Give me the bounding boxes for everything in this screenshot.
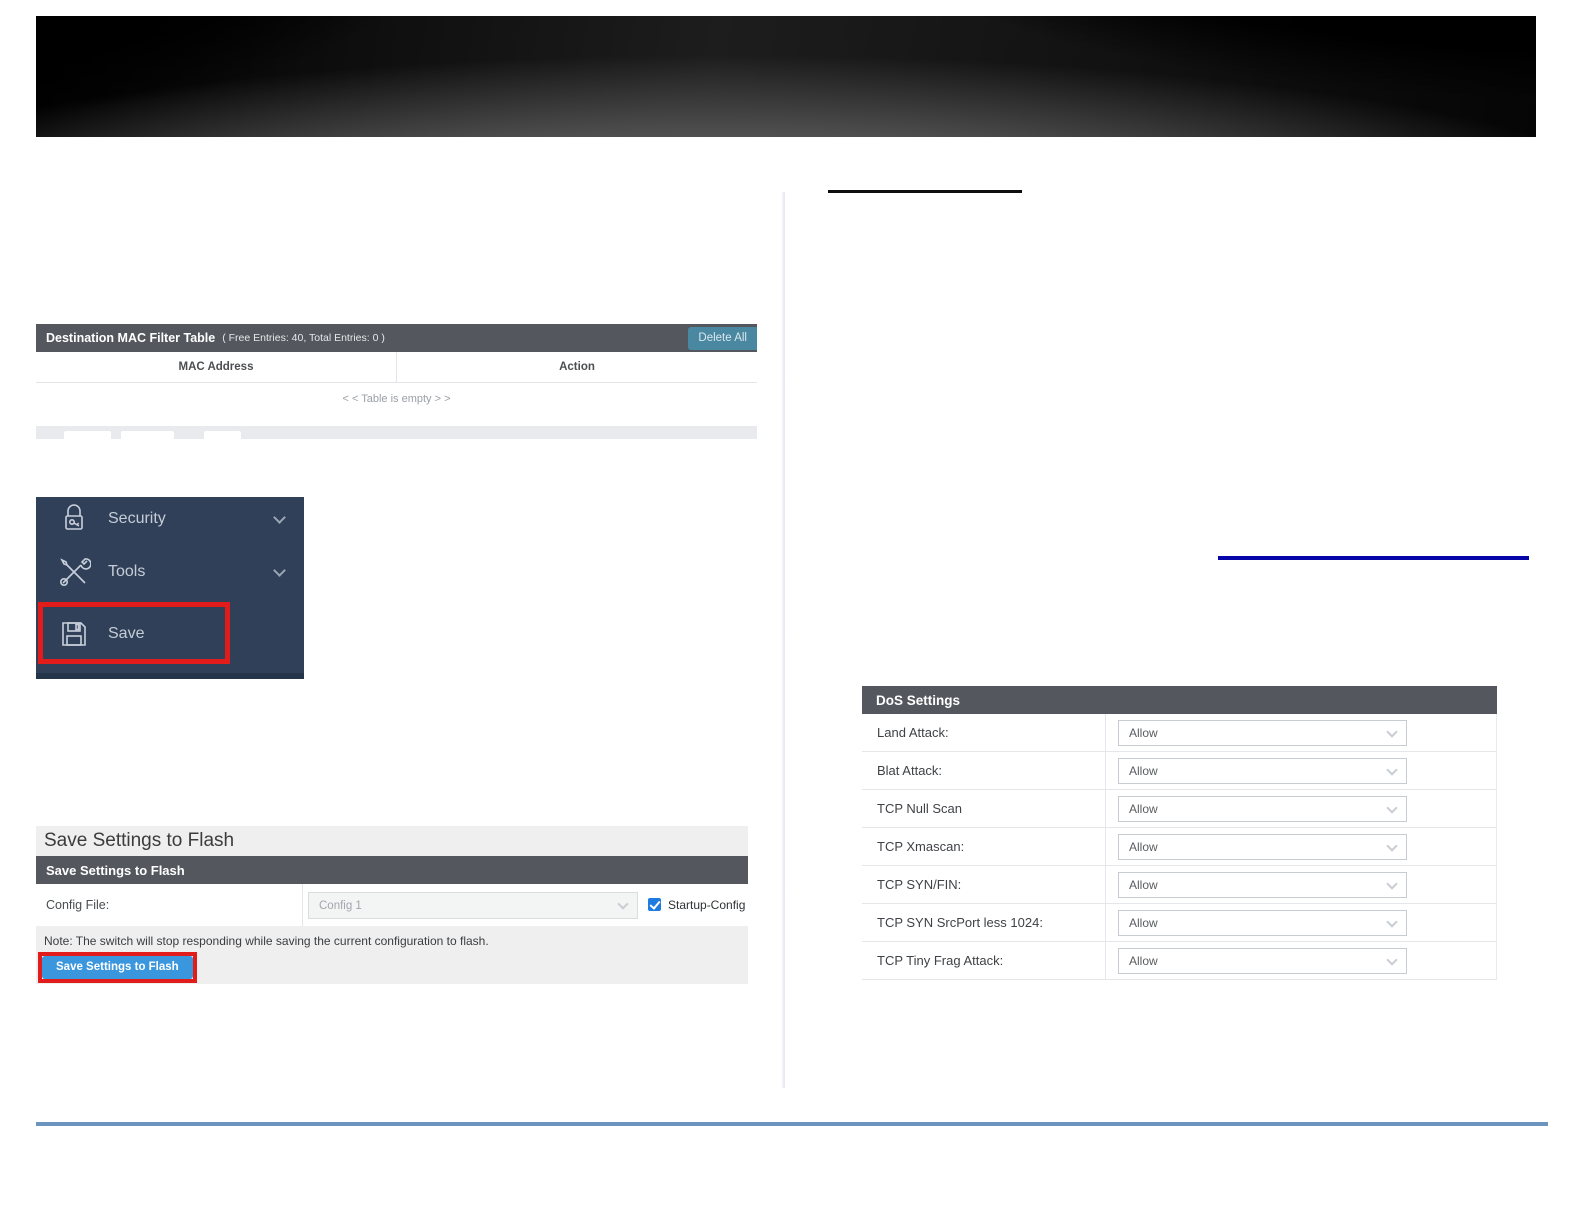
heading-rule-black (828, 190, 1022, 193)
column-header-action: Action (396, 352, 757, 382)
dos-row-label: TCP SYN SrcPort less 1024: (877, 915, 1043, 930)
pagination-ghost-button (121, 431, 174, 440)
dos-settings-table: DoS Settings Land Attack: Allow Blat Att… (862, 686, 1497, 980)
dos-row-label: TCP SYN/FIN: (877, 877, 962, 892)
chevron-down-icon (1386, 953, 1398, 966)
dos-settings-header: DoS Settings (862, 686, 1497, 714)
header-banner-image (36, 16, 1536, 137)
cell-divider (1105, 790, 1106, 827)
config-file-label: Config File: (36, 884, 303, 926)
pagination-ghost-bar (36, 426, 757, 440)
dropdown-selected-value: Allow (1129, 878, 1158, 892)
chevron-down-icon (1386, 725, 1398, 738)
table-row: TCP SYN SrcPort less 1024: Allow (862, 904, 1497, 942)
cell-divider (1105, 942, 1106, 979)
mac-table-entries-info: ( Free Entries: 40, Total Entries: 0 ) (222, 332, 385, 344)
table-row: TCP Tiny Frag Attack: Allow (862, 942, 1497, 980)
mac-table-header: Destination MAC Filter Table ( Free Entr… (36, 324, 757, 352)
startup-config-label: Startup-Config (668, 898, 746, 912)
page-title-band: Save Settings to Flash (36, 826, 748, 856)
blat-attack-dropdown[interactable]: Allow (1118, 758, 1407, 784)
sidebar-item-security[interactable]: Security (36, 497, 304, 541)
tcp-null-scan-dropdown[interactable]: Allow (1118, 796, 1407, 822)
table-row: Land Attack: Allow (862, 714, 1497, 752)
destination-mac-filter-table: Destination MAC Filter Table ( Free Entr… (36, 324, 757, 440)
table-row: TCP SYN/FIN: Allow (862, 866, 1497, 904)
cell-divider (1105, 866, 1106, 903)
config-file-selected-value: Config 1 (319, 899, 362, 912)
chevron-down-icon (273, 510, 286, 524)
mac-table-title: Destination MAC Filter Table (46, 331, 216, 345)
highlight-box-save (38, 602, 230, 664)
mac-table-column-headers: MAC Address Action (36, 352, 757, 383)
chevron-down-icon (1386, 915, 1398, 928)
link-rule-navy (1218, 556, 1529, 560)
dropdown-selected-value: Allow (1129, 954, 1158, 968)
note-and-button-area: Note: The switch will stop responding wh… (36, 926, 748, 984)
cell-divider (1105, 752, 1106, 789)
cell-divider (1105, 904, 1106, 941)
sidebar-item-label: Tools (108, 563, 146, 580)
dropdown-selected-value: Allow (1129, 840, 1158, 854)
delete-all-button[interactable]: Delete All (688, 327, 757, 350)
column-divider (782, 192, 785, 1088)
land-attack-dropdown[interactable]: Allow (1118, 720, 1407, 746)
chevron-down-icon (1386, 839, 1398, 852)
table-empty-message: < < Table is empty > > (36, 383, 757, 415)
lock-icon (56, 503, 92, 535)
dos-row-label: TCP Null Scan (877, 801, 963, 816)
tcp-tiny-frag-dropdown[interactable]: Allow (1118, 948, 1407, 974)
tools-icon (56, 555, 92, 589)
chevron-down-icon (273, 563, 286, 577)
pagination-ghost-button (204, 431, 241, 440)
cell-divider (1105, 828, 1106, 865)
config-file-row: Config File: Config 1 Startup-Config (36, 884, 748, 926)
sidebar-item-label: Security (108, 510, 166, 527)
dos-row-label: TCP Tiny Frag Attack: (877, 953, 1004, 968)
dropdown-selected-value: Allow (1129, 764, 1158, 778)
cell-divider (1105, 714, 1106, 751)
dos-row-label: TCP Xmascan: (877, 839, 965, 854)
save-settings-section: Save Settings to Flash Save Settings to … (36, 826, 748, 984)
tcp-xmascan-dropdown[interactable]: Allow (1118, 834, 1407, 860)
dropdown-selected-value: Allow (1129, 726, 1158, 740)
dropdown-selected-value: Allow (1129, 916, 1158, 930)
page-title: Save Settings to Flash (44, 830, 235, 851)
pagination-ghost-button (64, 431, 111, 440)
startup-config-checkbox[interactable] (648, 898, 661, 911)
dos-row-label: Blat Attack: (877, 763, 943, 778)
chevron-down-icon (617, 898, 629, 910)
table-row: TCP Xmascan: Allow (862, 828, 1497, 866)
chevron-down-icon (1386, 763, 1398, 776)
chevron-down-icon (1386, 877, 1398, 890)
table-row: Blat Attack: Allow (862, 752, 1497, 790)
note-text: Note: The switch will stop responding wh… (44, 934, 489, 948)
table-row: TCP Null Scan Allow (862, 790, 1497, 828)
dos-row-label: Land Attack: (877, 725, 949, 740)
highlight-box-button: Save Settings to Flash (38, 952, 197, 983)
sidebar-item-tools[interactable]: Tools (36, 541, 304, 603)
footer-rule (36, 1122, 1548, 1126)
column-header-mac-address: MAC Address (178, 361, 254, 373)
tcp-syn-srcport-dropdown[interactable]: Allow (1118, 910, 1407, 936)
tcp-syn-fin-dropdown[interactable]: Allow (1118, 872, 1407, 898)
save-settings-to-flash-button[interactable]: Save Settings to Flash (42, 956, 193, 979)
chevron-down-icon (1386, 801, 1398, 814)
panel-header: Save Settings to Flash (36, 856, 748, 884)
config-file-dropdown[interactable]: Config 1 (308, 892, 638, 919)
dropdown-selected-value: Allow (1129, 802, 1158, 816)
